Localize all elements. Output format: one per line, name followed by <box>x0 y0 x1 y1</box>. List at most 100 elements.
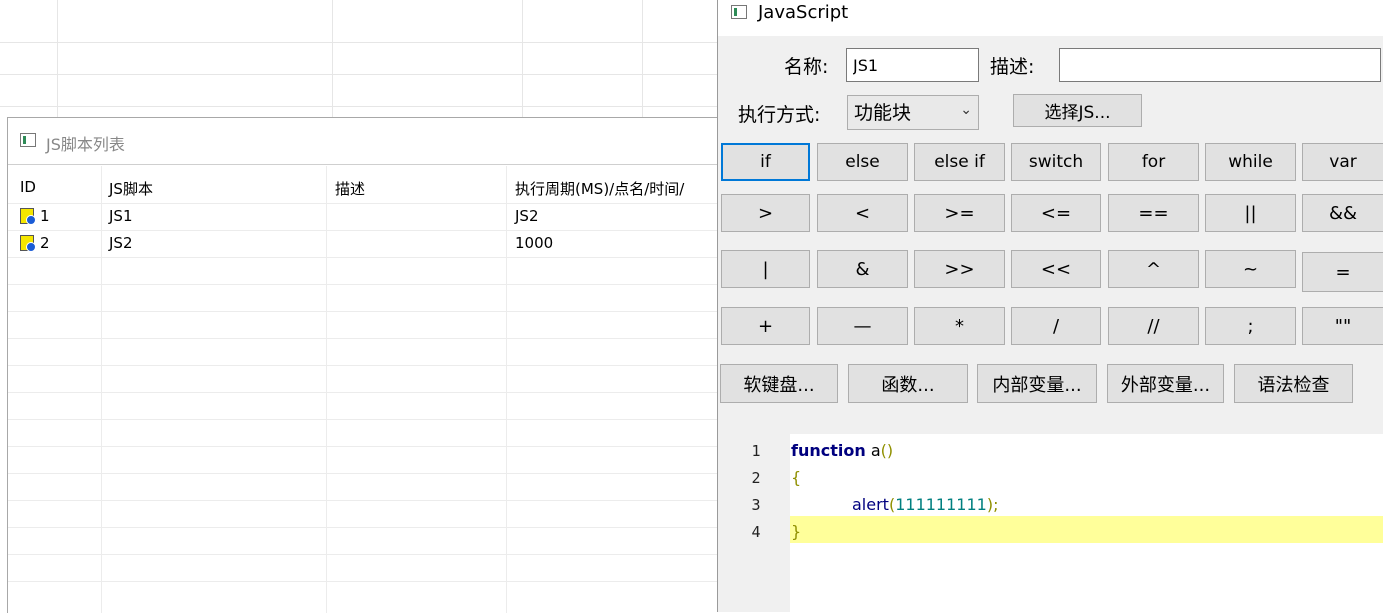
code-paren: () <box>880 441 894 460</box>
op-bitor-button[interactable]: | <box>721 250 810 288</box>
list-window-title: JS脚本列表 <box>46 135 125 154</box>
kw-var-button[interactable]: var <box>1302 143 1383 181</box>
exec-mode-label: 执行方式: <box>738 104 821 126</box>
js-script-list-window: JS脚本列表 ID JS脚本 描述 执行周期(MS)/点名/时间/ 1 JS1 … <box>7 117 718 613</box>
code-keyword: function <box>791 441 866 460</box>
code-paren: ); <box>986 495 999 514</box>
op-eq-button[interactable]: == <box>1108 194 1199 232</box>
row-line <box>8 581 718 582</box>
js-window-titlebar[interactable]: JavaScript <box>718 0 1383 36</box>
app-window-icon <box>20 133 36 147</box>
kw-switch-button[interactable]: switch <box>1011 143 1101 181</box>
code-line[interactable]: function a() <box>791 441 893 460</box>
kw-else-if-button[interactable]: else if <box>914 143 1005 181</box>
row-line <box>8 392 718 393</box>
op-and-button[interactable]: && <box>1302 194 1383 232</box>
op-multiply-button[interactable]: * <box>914 307 1005 345</box>
op-shl-button[interactable]: << <box>1011 250 1101 288</box>
row-id: 2 <box>40 234 50 252</box>
column-header-id[interactable]: ID <box>20 178 36 196</box>
op-shr-button[interactable]: >> <box>914 250 1005 288</box>
desc-label: 描述: <box>990 56 1035 78</box>
name-input[interactable] <box>846 48 979 82</box>
kw-else-button[interactable]: else <box>817 143 908 181</box>
quotes-button[interactable]: "" <box>1302 307 1383 345</box>
op-gt-button[interactable]: > <box>721 194 810 232</box>
op-or-button[interactable]: || <box>1205 194 1296 232</box>
row-id: 1 <box>40 207 50 225</box>
row-script: JS1 <box>109 207 133 225</box>
row-line <box>8 446 718 447</box>
code-line[interactable]: } <box>791 522 801 541</box>
row-line <box>8 311 718 312</box>
op-lt-button[interactable]: < <box>817 194 908 232</box>
app-window-icon <box>731 5 747 19</box>
js-script-icon <box>20 208 36 225</box>
op-divide-button[interactable]: / <box>1011 307 1101 345</box>
row-line <box>8 284 718 285</box>
row-line <box>8 338 718 339</box>
row-line <box>8 554 718 555</box>
column-header-script[interactable]: JS脚本 <box>109 178 153 199</box>
soft-keyboard-button[interactable]: 软键盘... <box>720 364 838 403</box>
row-period: 1000 <box>515 234 554 252</box>
comment-button[interactable]: // <box>1108 307 1199 345</box>
row-line <box>8 527 718 528</box>
op-plus-button[interactable]: + <box>721 307 810 345</box>
op-minus-button[interactable]: — <box>817 307 908 345</box>
line-number: 3 <box>751 496 761 514</box>
row-line <box>8 419 718 420</box>
op-not-button[interactable]: ~ <box>1205 250 1296 288</box>
column-header-period[interactable]: 执行周期(MS)/点名/时间/ <box>515 178 684 199</box>
kw-for-button[interactable]: for <box>1108 143 1199 181</box>
grid-line <box>0 106 720 107</box>
current-line-highlight <box>790 516 1383 543</box>
column-separator <box>326 166 327 613</box>
chevron-down-icon: ⌄ <box>960 102 972 118</box>
grid-line <box>0 74 720 75</box>
line-number: 4 <box>751 523 761 541</box>
row-line <box>8 473 718 474</box>
line-number: 1 <box>751 442 761 460</box>
code-number: 111111111 <box>895 495 987 514</box>
code-line[interactable]: { <box>791 468 801 487</box>
code-call: alert <box>852 495 889 514</box>
exec-mode-select[interactable]: 功能块 ⌄ <box>847 95 979 130</box>
op-lte-button[interactable]: <= <box>1011 194 1101 232</box>
name-label: 名称: <box>784 56 829 78</box>
line-number: 2 <box>751 469 761 487</box>
op-assign-button[interactable]: = <box>1302 252 1383 292</box>
row-script: JS2 <box>109 234 133 252</box>
internal-vars-button[interactable]: 内部变量... <box>977 364 1097 403</box>
desc-input[interactable] <box>1059 48 1381 82</box>
row-period: JS2 <box>515 207 539 225</box>
code-brace: { <box>791 468 802 487</box>
row-line <box>8 230 718 231</box>
grid-line <box>0 42 720 43</box>
kw-if-button[interactable]: if <box>721 143 810 181</box>
select-js-button[interactable]: 选择JS... <box>1013 94 1142 127</box>
code-brace: } <box>791 522 802 541</box>
external-vars-button[interactable]: 外部变量... <box>1107 364 1224 403</box>
code-line[interactable]: alert(111111111); <box>852 495 998 514</box>
js-window-title: JavaScript <box>758 2 849 23</box>
syntax-check-button[interactable]: 语法检查 <box>1234 364 1353 403</box>
column-separator <box>101 166 102 613</box>
op-gte-button[interactable]: >= <box>914 194 1005 232</box>
op-bitand-button[interactable]: & <box>817 250 908 288</box>
js-script-icon <box>20 235 36 252</box>
list-window-titlebar[interactable]: JS脚本列表 <box>8 118 718 165</box>
row-line <box>8 500 718 501</box>
row-line <box>8 365 718 366</box>
column-separator <box>506 166 507 613</box>
op-xor-button[interactable]: ^ <box>1108 250 1199 288</box>
javascript-window: JavaScript 名称: 描述: 执行方式: 功能块 ⌄ 选择JS... i… <box>717 0 1383 612</box>
kw-while-button[interactable]: while <box>1205 143 1296 181</box>
functions-button[interactable]: 函数... <box>848 364 968 403</box>
column-header-desc[interactable]: 描述 <box>335 178 365 199</box>
semicolon-button[interactable]: ; <box>1205 307 1296 345</box>
row-line <box>8 203 718 204</box>
row-line <box>8 257 718 258</box>
exec-mode-value: 功能块 <box>854 102 912 124</box>
code-function-name: a <box>865 441 881 460</box>
